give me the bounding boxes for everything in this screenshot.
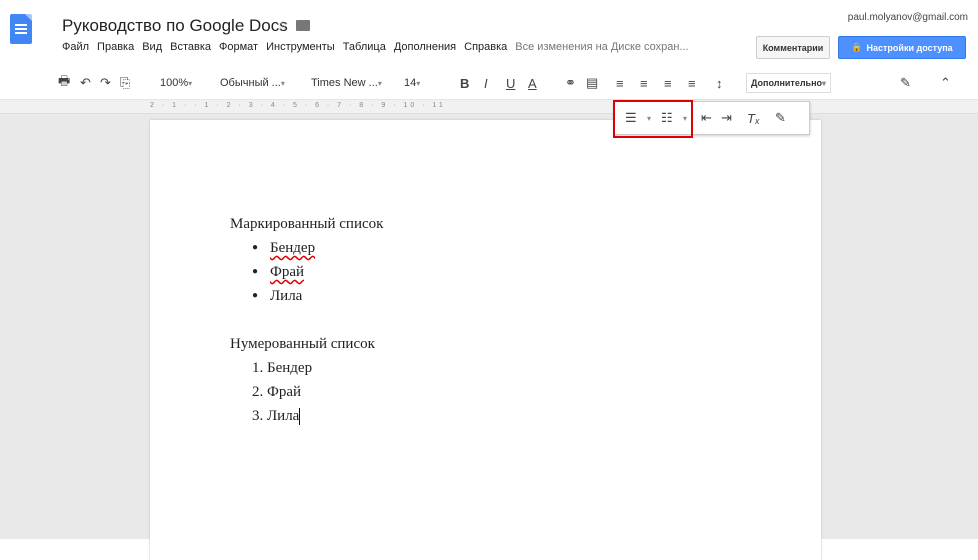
share-button-label: Настройки доступа xyxy=(866,42,953,53)
numbered-item[interactable]: 2. Фрай xyxy=(230,380,383,404)
paint-format-icon[interactable]: ⎘ xyxy=(120,73,130,93)
bullet-item[interactable]: Лила xyxy=(230,284,383,308)
undo-icon[interactable]: ↶ xyxy=(80,73,91,93)
text-color-icon[interactable]: A xyxy=(528,73,537,93)
align-right-icon[interactable]: ≡ xyxy=(664,73,672,93)
toolbar: 🖶 ↶ ↷ ⎘ 100% Обычный ... Times New ... 1… xyxy=(0,66,978,100)
comments-button[interactable]: Комментарии xyxy=(756,36,830,59)
numbered-list-heading[interactable]: Нумерованный список xyxy=(230,332,383,356)
underline-icon[interactable]: U xyxy=(506,73,515,93)
document-page[interactable]: Маркированный список Бендер Фрай Лила Ну… xyxy=(150,120,821,560)
bold-icon[interactable]: B xyxy=(460,73,469,93)
share-button[interactable]: 🔒 Настройки доступа xyxy=(838,36,966,59)
editor-canvas: Маркированный список Бендер Фрай Лила Ну… xyxy=(0,114,978,560)
menu-bar: Файл Правка Вид Вставка Формат Инструмен… xyxy=(62,41,689,59)
align-center-icon[interactable]: ≡ xyxy=(640,73,648,93)
menu-file[interactable]: Файл xyxy=(62,41,89,59)
menu-addons[interactable]: Дополнения xyxy=(394,41,456,59)
collapse-icon[interactable]: ⌃ xyxy=(940,73,951,93)
document-title[interactable]: Руководство по Google Docs xyxy=(62,16,288,36)
folder-icon[interactable] xyxy=(296,20,310,31)
document-body[interactable]: Маркированный список Бендер Фрай Лила Ну… xyxy=(230,212,383,428)
font-size-select[interactable]: 14 xyxy=(404,73,420,93)
menu-format[interactable]: Формат xyxy=(219,41,258,59)
menu-view[interactable]: Вид xyxy=(142,41,162,59)
style-select[interactable]: Обычный ... xyxy=(220,73,285,93)
numbered-item[interactable]: 3. Лила xyxy=(230,404,383,428)
lock-icon: 🔒 xyxy=(851,42,863,52)
font-select[interactable]: Times New ... xyxy=(311,73,382,93)
menu-edit[interactable]: Правка xyxy=(97,41,134,59)
comment-icon[interactable]: ▤ xyxy=(586,73,598,93)
increase-indent-icon[interactable]: ⇥ xyxy=(721,108,732,128)
bullet-list-heading[interactable]: Маркированный список xyxy=(230,212,383,236)
zoom-select[interactable]: 100% xyxy=(160,73,192,93)
text-cursor xyxy=(299,408,301,426)
account-email[interactable]: paul.molyanov@gmail.com xyxy=(848,12,968,23)
line-spacing-icon[interactable]: ↕ xyxy=(716,73,723,93)
print-icon[interactable]: 🖶 xyxy=(58,73,70,93)
bullet-item[interactable]: Бендер xyxy=(230,236,383,260)
clear-formatting-icon[interactable]: Tₓ xyxy=(747,108,760,128)
numbered-item[interactable]: 1. Бендер xyxy=(230,356,383,380)
italic-icon[interactable]: I xyxy=(484,73,488,93)
menu-help[interactable]: Справка xyxy=(464,41,507,59)
list-buttons-highlight xyxy=(613,100,693,138)
edit-mode-icon[interactable]: ✎ xyxy=(775,108,786,128)
align-left-icon[interactable]: ≡ xyxy=(616,73,624,93)
more-button[interactable]: Дополнительно xyxy=(746,73,832,93)
save-status: Все изменения на Диске сохран... xyxy=(515,41,689,53)
docs-logo-icon[interactable] xyxy=(10,14,32,44)
ruler[interactable]: 2 · 1 · · 1 · 2 · 3 · 4 · 5 · 6 · 7 · 8 … xyxy=(0,100,978,114)
link-icon[interactable]: ⚭ xyxy=(565,73,576,93)
pencil-icon[interactable]: ✎ xyxy=(900,73,911,93)
menu-table[interactable]: Таблица xyxy=(343,41,386,59)
star-icon[interactable]: ☆ xyxy=(276,17,289,34)
align-justify-icon[interactable]: ≡ xyxy=(688,73,696,93)
menu-insert[interactable]: Вставка xyxy=(170,41,211,59)
decrease-indent-icon[interactable]: ⇤ xyxy=(701,108,712,128)
bullet-item[interactable]: Фрай xyxy=(230,260,383,284)
menu-tools[interactable]: Инструменты xyxy=(266,41,335,59)
redo-icon[interactable]: ↷ xyxy=(100,73,111,93)
app-header: Руководство по Google Docs ☆ paul.molyan… xyxy=(0,0,978,64)
